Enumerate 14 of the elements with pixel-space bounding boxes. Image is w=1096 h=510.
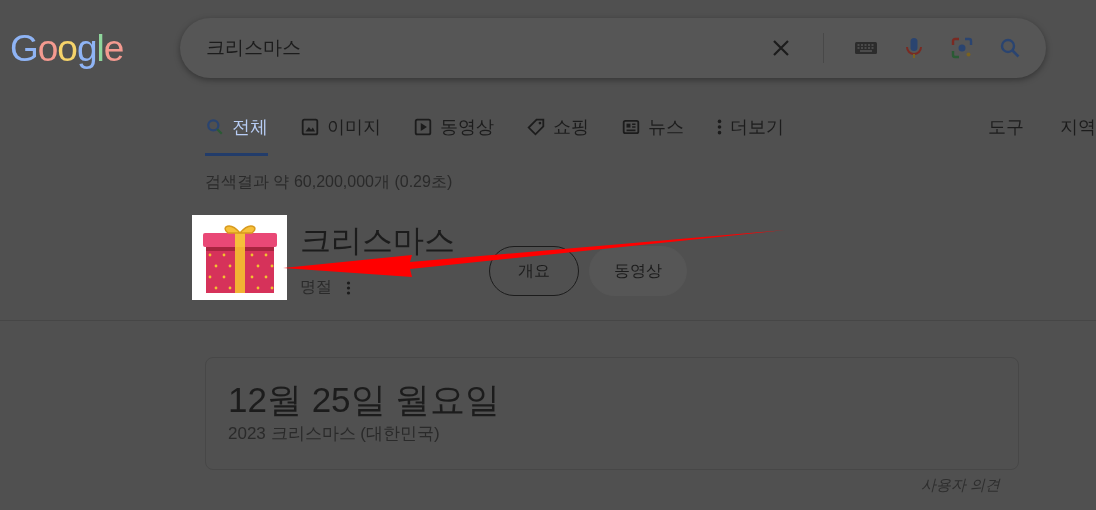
search-icon — [206, 118, 224, 136]
gift-icon — [192, 215, 287, 300]
search-icon[interactable] — [998, 36, 1022, 60]
google-logo[interactable]: Google — [10, 29, 124, 67]
search-tab[interactable]: 전체 — [205, 115, 268, 156]
tag-icon — [527, 118, 545, 136]
search-field[interactable]: 크리스마스 — [180, 18, 1046, 78]
camera-icon[interactable] — [950, 36, 974, 60]
filter-chip[interactable]: 동영상 — [589, 246, 687, 296]
play-icon — [414, 118, 432, 136]
news-icon — [622, 118, 640, 136]
more-icon[interactable] — [346, 280, 351, 295]
image-icon — [301, 118, 319, 136]
more-icon — [717, 118, 722, 136]
